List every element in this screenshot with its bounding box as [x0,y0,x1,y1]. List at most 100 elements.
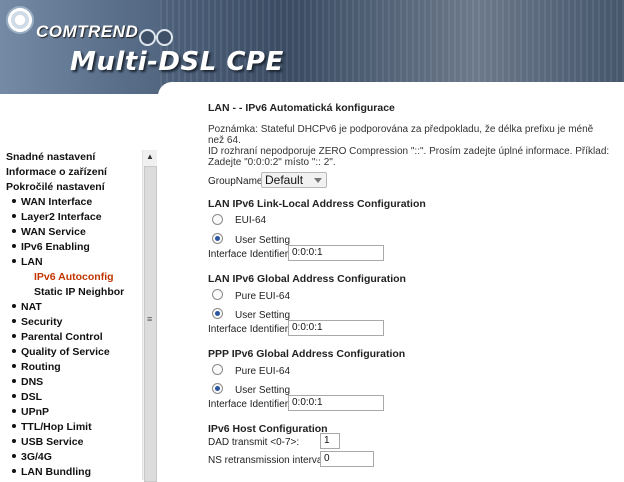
global-title: LAN IPv6 Global Address Configuration [208,273,406,285]
sidebar-item-pokro-il-nastaven[interactable]: Pokročilé nastavení [6,180,142,195]
bullet-icon [12,439,16,444]
sidebar-item-3g-4g[interactable]: 3G/4G [6,450,142,465]
sidebar-item-label: Informace o zařízení [6,166,107,178]
sidebar-item-label: Pokročilé nastavení [6,181,105,193]
brand-circle-icon [156,29,173,46]
sidebar-item-label: WAN Interface [21,196,93,208]
nav-menu: Snadné nastavení Informace o zařízení Pokr… [6,150,142,480]
ppp-global-title: PPP IPv6 Global Address Configuration [208,348,406,360]
bullet-icon [12,214,16,219]
product-name: Multi-DSL CPE [70,47,284,77]
bullet-icon [12,379,16,384]
sidebar-item-wan-service[interactable]: WAN Service [6,225,142,240]
link-local-eui64-radio[interactable] [212,214,223,225]
scroll-thumb[interactable]: ≡ [144,166,157,482]
link-local-user-setting-radio[interactable] [212,233,223,244]
sidebar-item-label: USB Service [21,436,84,448]
sidebar-item-label: Layer2 Interface [21,211,102,223]
scroll-up-arrow-icon[interactable]: ▲ [143,150,157,164]
sidebar-item-label: IPv6 Enabling [21,241,90,253]
sidebar-item-nat[interactable]: NAT [6,300,142,315]
header-banner: COMTREND Multi-DSL CPE [0,0,624,94]
sidebar-item-usb-service[interactable]: USB Service [6,435,142,450]
sidebar-item-layer2-interface[interactable]: Layer2 Interface [6,210,142,225]
ppp-user-setting-label: User Setting [235,385,291,396]
bullet-icon [12,244,16,249]
dad-transmit-input[interactable]: 1 [320,433,340,449]
bullet-icon [12,349,16,354]
global-iface-input[interactable]: 0:0:0:1 [288,320,384,336]
sidebar-item-label: Parental Control [21,331,103,343]
host-config-title: IPv6 Host Configuration [208,423,328,435]
sidebar-item-parental-control[interactable]: Parental Control [6,330,142,345]
note-line: ID rozhraní nepodporuje ZERO Compression… [208,146,610,157]
global-eui64-label: Pure EUI-64 [235,291,291,302]
sidebar-item-label: DSL [21,391,42,403]
sidebar-item-label: TTL/Hop Limit [21,421,92,433]
ppp-iface-input[interactable]: 0:0:0:1 [288,395,384,411]
bullet-icon [12,229,16,234]
bullet-icon [12,454,16,459]
brand-circle-icon [139,29,156,46]
sidebar-item-quality-of-service[interactable]: Quality of Service [6,345,142,360]
scroll-grip-icon: ≡ [147,314,153,324]
note-line: Poznámka: Stateful DHCPv6 je podporována… [208,124,594,146]
bullet-icon [12,304,16,309]
group-name-value: Default [265,173,304,187]
sidebar-item-routing[interactable]: Routing [6,360,142,375]
global-user-setting-label: User Setting [235,310,291,321]
sidebar-item-dsl[interactable]: DSL [6,390,142,405]
ppp-eui64-radio[interactable] [212,364,223,375]
sidebar-item-security[interactable]: Security [6,315,142,330]
sidebar-item-dns[interactable]: DNS [6,375,142,390]
global-iface-label: Interface Identifier: [208,324,291,335]
bullet-icon [12,394,16,399]
note-text: Poznámka: Stateful DHCPv6 je podporována… [208,124,612,168]
sidebar-item-wan-interface[interactable]: WAN Interface [6,195,142,210]
bullet-icon [12,409,16,414]
sidebar-item-label: Snadné nastavení [6,151,96,163]
sidebar-item-upnp[interactable]: UPnP [6,405,142,420]
bullet-icon [12,319,16,324]
bullet-icon [12,334,16,339]
brand-name: COMTREND [36,22,139,41]
sidebar-item-lan-bundling[interactable]: LAN Bundling [6,465,142,480]
sidebar-item-label: WAN Service [21,226,86,238]
sidebar-item-label: LAN Bundling [21,466,91,478]
sidebar-item-static-ip-neighbor[interactable]: Static IP Neighbor [6,285,142,300]
sidebar-item-label: NAT [21,301,42,313]
link-local-user-setting-label: User Setting [235,235,291,246]
link-local-iface-input[interactable]: 0:0:0:1 [288,245,384,261]
global-eui64-radio[interactable] [212,289,223,300]
sidebar-item-label: IPv6 Autoconfig [34,271,114,283]
ppp-iface-label: Interface Identifier: [208,399,291,410]
link-local-eui64-label: EUI-64 [235,215,267,226]
sidebar-item-label: DNS [21,376,44,388]
content-corner [158,82,624,102]
bullet-icon [12,424,16,429]
ns-retransmission-input[interactable]: 0 [320,451,374,467]
bullet-icon [12,469,16,474]
sidebar-item-lan[interactable]: LAN [6,255,142,270]
ppp-user-setting-radio[interactable] [212,383,223,394]
sidebar-item-ipv6-enabling[interactable]: IPv6 Enabling [6,240,142,255]
group-name-label: GroupName [208,176,263,187]
sidebar-item-snadn-nastaven[interactable]: Snadné nastavení [6,150,142,165]
comtrend-logo-icon [6,6,34,34]
sidebar-item-label: Static IP Neighbor [34,286,125,298]
sidebar-item-label: Quality of Service [21,346,110,358]
bullet-icon [12,199,16,204]
sidebar-scrollbar[interactable]: ▲ ≡ [142,150,157,482]
sidebar-item-label: UPnP [21,406,50,418]
global-user-setting-radio[interactable] [212,308,223,319]
link-local-iface-label: Interface Identifier: [208,249,291,260]
sidebar-item-ttl-hop-limit[interactable]: TTL/Hop Limit [6,420,142,435]
sidebar: Snadné nastavení Informace o zařízení Pokr… [0,94,158,480]
sidebar-item-informace-o-za-zen[interactable]: Informace o zařízení [6,165,142,180]
sidebar-item-label: 3G/4G [21,451,52,463]
ns-retransmission-label: NS retransmission interval: [208,455,328,466]
group-name-select[interactable]: Default [261,172,327,188]
sidebar-item-label: Security [21,316,63,328]
sidebar-item-ipv6-autoconfig[interactable]: IPv6 Autoconfig [6,270,142,285]
ppp-eui64-label: Pure EUI-64 [235,366,291,377]
